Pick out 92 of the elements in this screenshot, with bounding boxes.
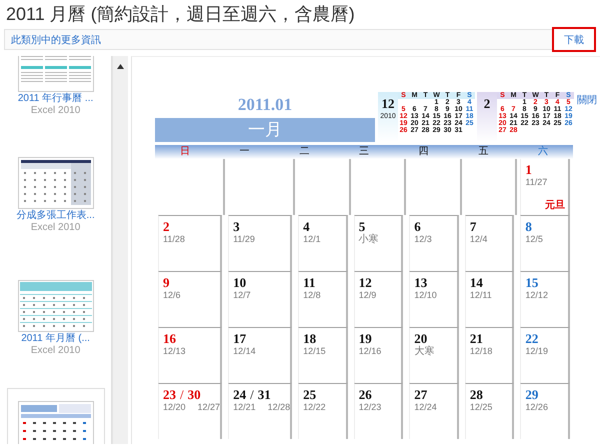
weekday-label: 一 [238, 145, 251, 159]
template-title: 2011 年月曆 (... [21, 333, 90, 345]
date-separator: / [180, 387, 184, 402]
day-number: 16 [163, 331, 177, 346]
day-number: 31 [258, 387, 271, 402]
day-number: 13 [414, 275, 428, 290]
lunar-date: 12/10 [414, 290, 438, 301]
holiday-label: 元旦 [545, 198, 565, 212]
day-number: 22 [525, 331, 540, 346]
day-number: 26 [358, 387, 373, 402]
lunar-date: 12/13 [163, 346, 187, 357]
lunar-date: 12/20 [163, 402, 186, 413]
weekday-label: 三 [358, 145, 370, 159]
year-month-heading: 2011.01 [236, 94, 294, 116]
lunar-date: 11/29 [233, 234, 256, 245]
day-number: 12 [358, 275, 373, 290]
template-title: 分成多張工作表... [16, 210, 95, 222]
day-number: 5 [358, 219, 366, 234]
lunar-date: 12/21 [233, 402, 256, 413]
page-title: 2011 月曆 (簡約設計，週日至週六，含農曆) [6, 4, 356, 24]
template-app: Excel 2010 [30, 222, 80, 234]
lunar-date: 12/26 [525, 402, 549, 413]
lunar-date: 12/11 [470, 290, 493, 301]
day-number: 11 [303, 275, 316, 290]
scroll-up-icon[interactable] [117, 64, 124, 69]
day-number: 14 [470, 275, 484, 290]
day-number: 27 [414, 387, 428, 402]
lunar-date: 大寒 [414, 346, 436, 357]
day-number: 8 [525, 219, 533, 234]
lunar-date: 12/12 [525, 290, 549, 301]
template-item[interactable]: 2011 年行事曆 ... Excel 2010 [8, 56, 104, 117]
day-number: 3 [233, 219, 241, 234]
day-number: 9 [163, 275, 170, 290]
template-item[interactable]: 分成多張工作表... Excel 2010 [8, 157, 104, 234]
day-number: 30 [188, 387, 201, 402]
lunar-date: 12/19 [525, 346, 549, 357]
lunar-date: 12/22 [303, 402, 327, 413]
lunar-date: 12/9 [358, 290, 378, 301]
lunar-date: 12/14 [233, 346, 257, 357]
day-number: 25 [303, 387, 318, 402]
weekday-label: 日 [178, 145, 191, 159]
day-number: 1 [525, 162, 533, 177]
lunar-date: 小寒 [358, 234, 380, 245]
day-number: 29 [525, 387, 540, 402]
lunar-date: 12/6 [163, 290, 182, 301]
day-number: 24 [233, 387, 246, 402]
day-number: 21 [470, 331, 484, 346]
day-number: 6 [414, 219, 422, 234]
template-app: Excel 2010 [30, 105, 80, 117]
lunar-date: 12/16 [358, 346, 382, 357]
day-number: 19 [358, 331, 373, 346]
scrollbar[interactable] [112, 56, 128, 444]
lunar-date: 11/28 [163, 234, 186, 245]
day-number: 17 [233, 331, 248, 346]
lunar-date: 12/15 [303, 346, 327, 357]
weekday-label: 二 [298, 145, 310, 159]
template-item[interactable]: 2011 年月曆 (... Excel 2010 [8, 280, 104, 357]
lunar-date: 12/3 [414, 234, 433, 245]
date-separator: / [250, 387, 254, 402]
selected-template-frame[interactable] [6, 388, 105, 444]
lunar-date: 12/25 [470, 402, 494, 413]
close-link[interactable]: 關閉 [577, 93, 597, 444]
lunar-date: 12/24 [414, 402, 438, 413]
lunar-date: 12/5 [525, 234, 544, 245]
lunar-date: 12/4 [470, 234, 488, 245]
mini-month-number: 2 [484, 97, 490, 111]
lunar-date: 12/18 [470, 346, 494, 357]
lunar-date: 12/27 [198, 402, 220, 413]
lunar-date: 11/27 [525, 177, 548, 188]
download-button[interactable]: 下載 [552, 27, 596, 52]
lunar-date: 12/8 [303, 290, 322, 301]
weekday-label: 五 [477, 145, 490, 159]
lunar-date: 12/7 [233, 290, 252, 301]
day-number: 28 [470, 387, 484, 402]
day-number: 23 [163, 387, 176, 402]
day-number: 2 [163, 219, 170, 234]
mini-month-number: 12 [382, 97, 394, 111]
day-number: 7 [470, 219, 478, 234]
category-link[interactable]: 此類別中的更多資訊 [11, 32, 101, 46]
day-number: 4 [303, 219, 311, 234]
month-name-band: 一月 [155, 118, 375, 142]
day-number: 15 [525, 275, 540, 290]
day-number: 18 [303, 331, 318, 346]
lunar-date: 12/1 [303, 234, 322, 245]
day-number: 20 [414, 331, 428, 346]
weekday-label: 六 [537, 145, 550, 159]
lunar-date: 12/28 [268, 402, 290, 413]
day-number: 10 [233, 275, 248, 290]
weekday-label: 四 [418, 145, 430, 159]
template-app: Excel 2010 [30, 345, 80, 357]
lunar-date: 12/23 [358, 402, 382, 413]
template-title: 2011 年行事曆 ... [18, 93, 94, 105]
